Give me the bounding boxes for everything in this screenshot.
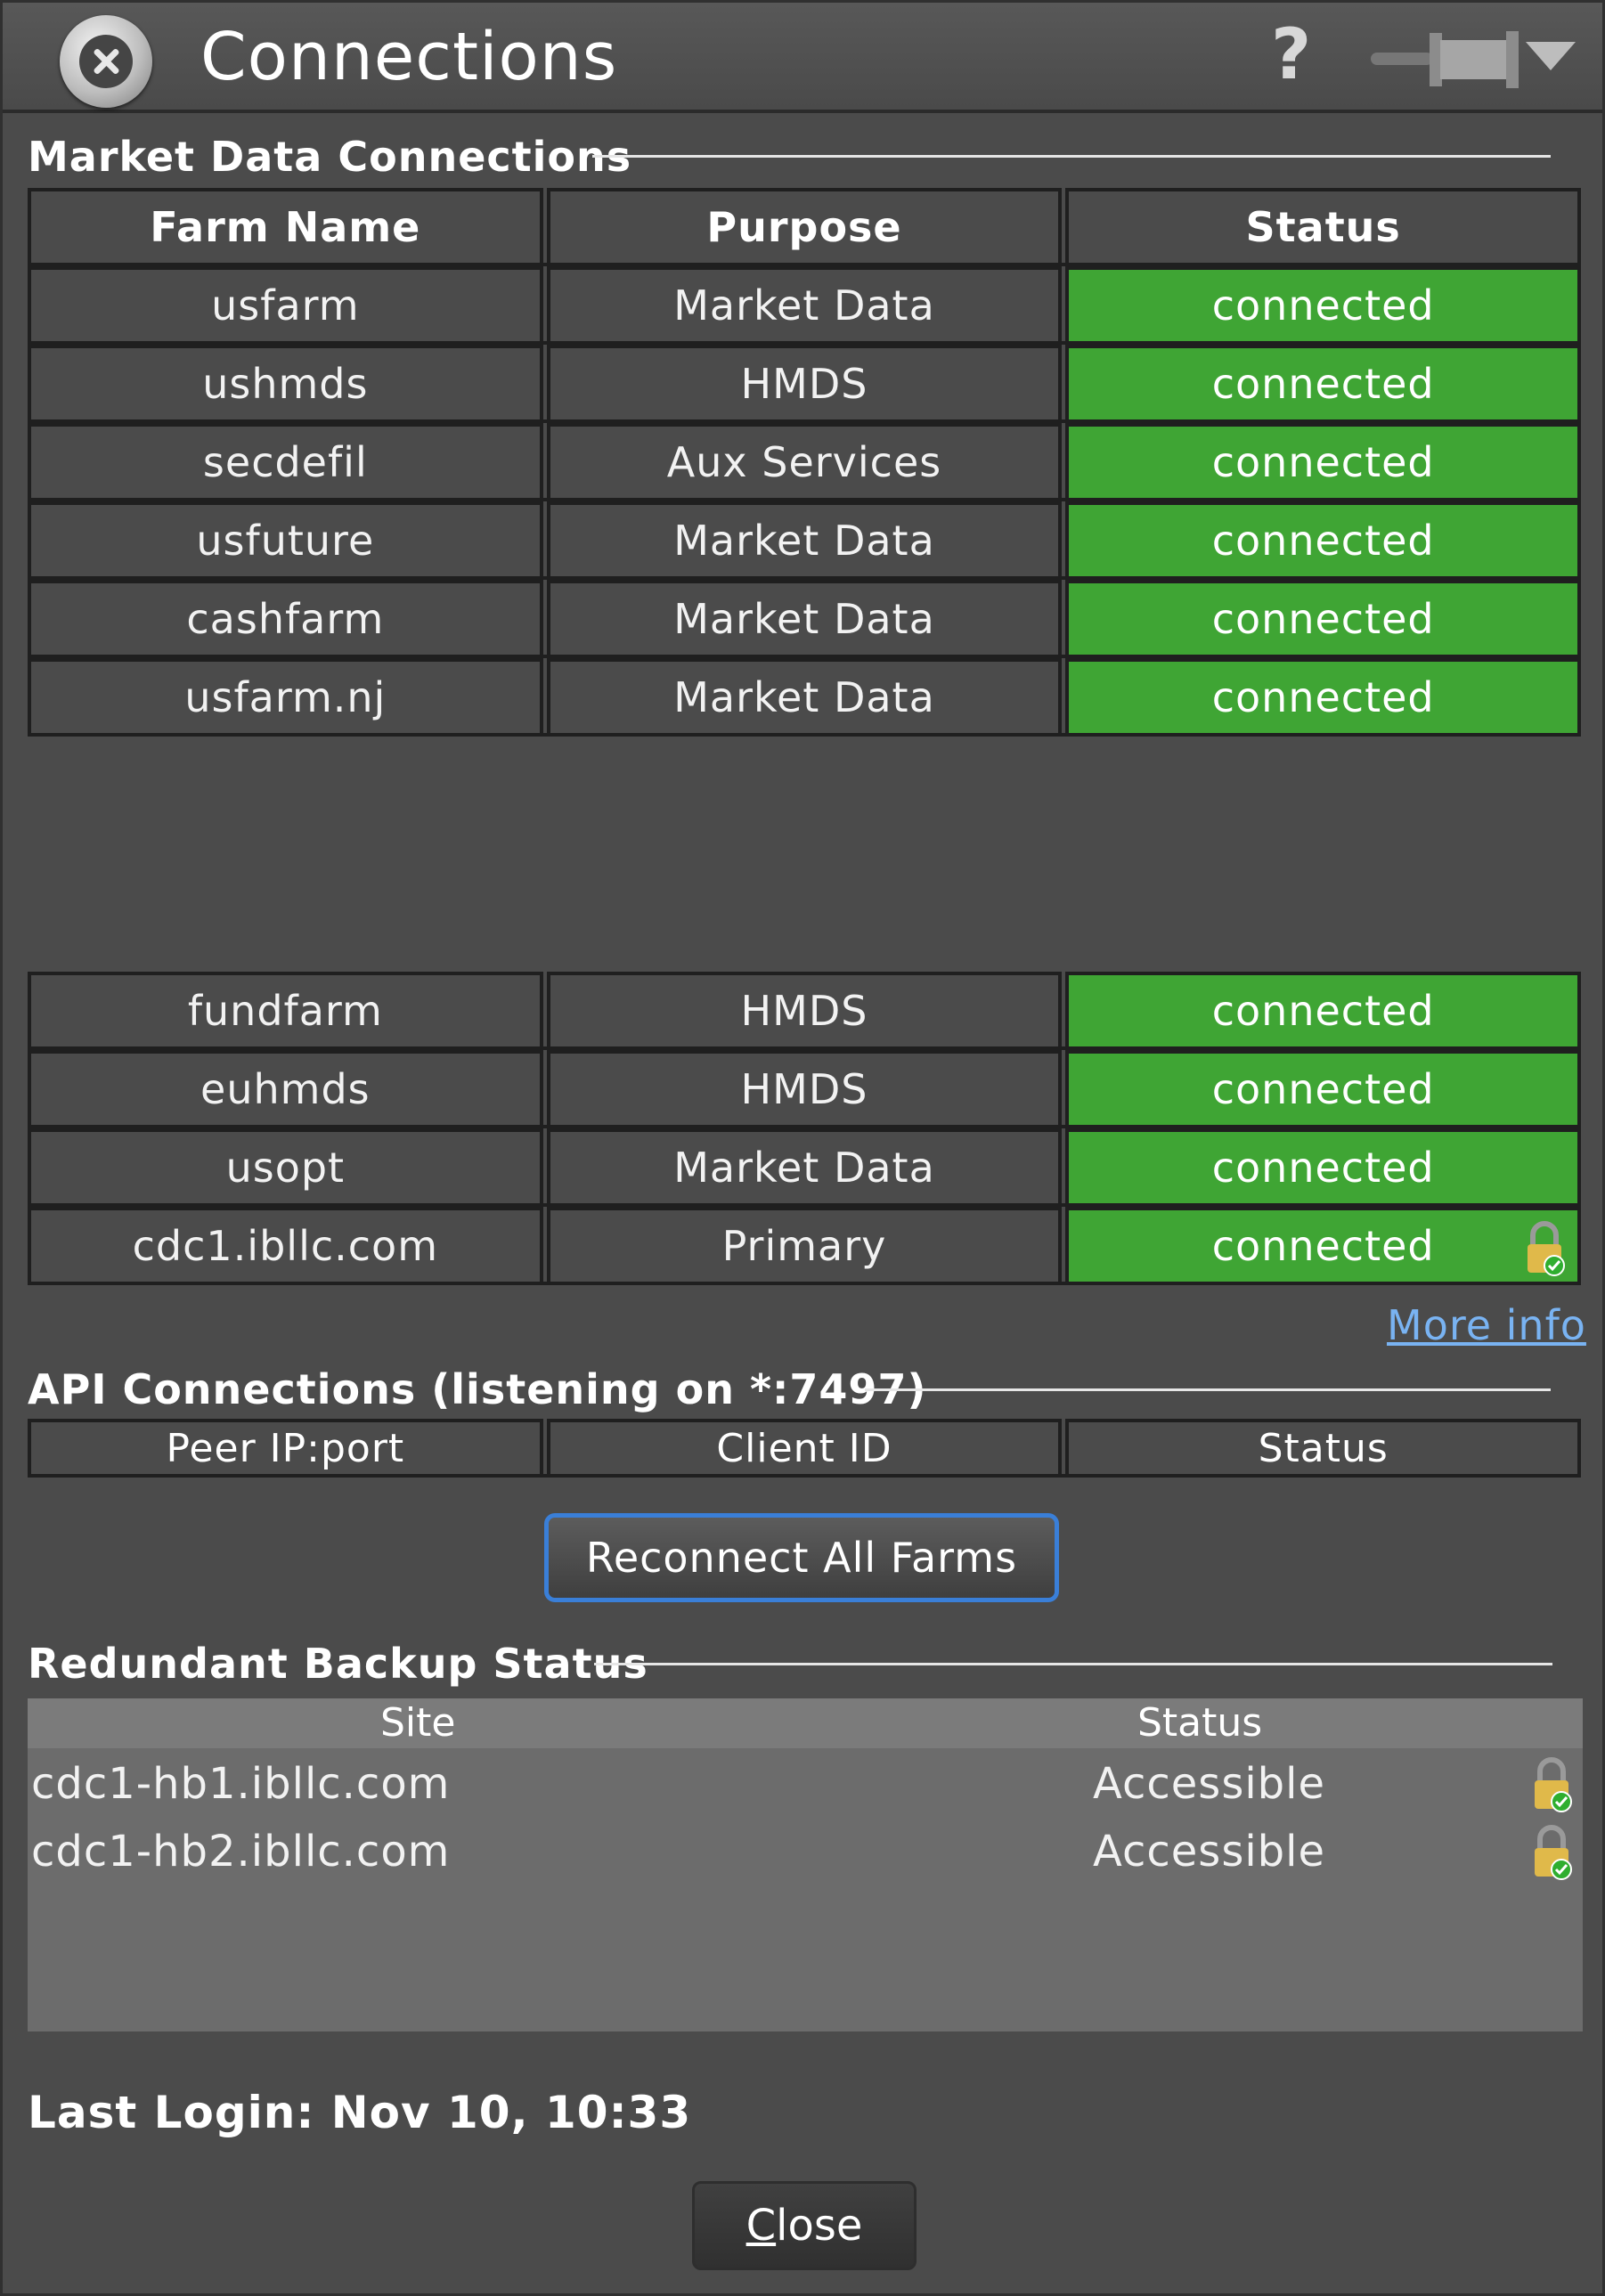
column-header-status[interactable]: Status [1065, 1419, 1582, 1474]
table-row[interactable]: usfarm Market Data connected [28, 266, 1582, 345]
table-row[interactable]: cdc1.ibllc.com Primary connected [28, 1207, 1582, 1285]
table-row[interactable]: secdefil Aux Services connected [28, 423, 1582, 501]
table-row[interactable]: usopt Market Data connected [28, 1128, 1582, 1207]
purpose-cell: HMDS [546, 1050, 1063, 1125]
api-connections-table: Peer IP:port Client ID Status [28, 1419, 1582, 1478]
status-cell: connected [1065, 345, 1582, 419]
site-cell: cdc1-hb2.ibllc.com [31, 1827, 451, 1877]
farm-name-cell: fundfarm [28, 972, 543, 1046]
api-connections-heading: API Connections (listening on *:7497) [28, 1365, 927, 1413]
redundant-backup-table: Site Status cdc1-hb1.ibllc.com Accessibl… [28, 1698, 1583, 2031]
more-info-link[interactable]: More info [1387, 1301, 1586, 1349]
farm-name-cell: euhmds [28, 1050, 543, 1125]
lock-check-icon [1535, 1757, 1572, 1812]
market-data-table-lower: fundfarm HMDS connected euhmds HMDS conn… [28, 972, 1582, 1285]
reconnect-all-farms-button[interactable]: Reconnect All Farms [544, 1513, 1059, 1602]
market-data-table: Farm Name Purpose Status usfarm Market D… [28, 188, 1582, 737]
status-cell: connected [1065, 1050, 1582, 1125]
column-header-status[interactable]: Status [1137, 1700, 1262, 1746]
table-row[interactable]: ushmds HMDS connected [28, 345, 1582, 423]
purpose-cell: HMDS [546, 972, 1063, 1046]
farm-name-cell: usfarm [28, 266, 543, 341]
status-cell: Accessible [1093, 1827, 1325, 1877]
section-divider [592, 155, 1551, 158]
farm-name-cell: cashfarm [28, 580, 543, 655]
column-header-client-id[interactable]: Client ID [546, 1419, 1063, 1474]
purpose-cell: Aux Services [546, 423, 1063, 498]
status-cell: connected [1065, 266, 1582, 341]
lock-check-icon [1535, 1825, 1572, 1880]
purpose-cell: Market Data [546, 658, 1063, 733]
table-row[interactable]: fundfarm HMDS connected [28, 972, 1582, 1050]
close-window-icon[interactable] [60, 15, 152, 108]
table-header-row: Peer IP:port Client ID Status [28, 1419, 1582, 1478]
farm-name-cell: ushmds [28, 345, 543, 419]
farm-name-cell: usfarm.nj [28, 658, 543, 733]
section-divider [594, 1663, 1552, 1665]
column-header-peer-ip-port[interactable]: Peer IP:port [28, 1419, 543, 1474]
table-row[interactable]: cashfarm Market Data connected [28, 580, 1582, 658]
window-title: Connections [200, 19, 618, 95]
status-cell: connected [1065, 423, 1582, 498]
status-cell: connected [1065, 501, 1582, 576]
purpose-cell: Market Data [546, 1128, 1063, 1203]
purpose-cell: Primary [546, 1207, 1063, 1282]
section-divider [865, 1388, 1551, 1391]
status-cell: connected [1065, 658, 1582, 733]
table-row[interactable]: cdc1-hb2.ibllc.com Accessible [28, 1820, 1583, 1887]
purpose-cell: HMDS [546, 345, 1063, 419]
status-cell: Accessible [1093, 1759, 1325, 1809]
status-text: connected [1211, 1222, 1435, 1270]
chevron-down-icon[interactable] [1526, 42, 1576, 70]
table-row[interactable]: euhmds HMDS connected [28, 1050, 1582, 1128]
site-cell: cdc1-hb1.ibllc.com [31, 1759, 451, 1809]
table-row[interactable]: cdc1-hb1.ibllc.com Accessible [28, 1752, 1583, 1820]
table-row[interactable]: usfuture Market Data connected [28, 501, 1582, 580]
connections-window: Connections ? Market Data Connections Fa… [0, 0, 1605, 2296]
column-header-purpose[interactable]: Purpose [546, 188, 1063, 263]
market-data-heading: Market Data Connections [28, 133, 632, 181]
purpose-cell: Market Data [546, 580, 1063, 655]
last-login-text: Last Login: Nov 10, 10:33 [28, 2087, 692, 2138]
title-bar: Connections ? [3, 3, 1602, 113]
table-header-row: Farm Name Purpose Status [28, 188, 1582, 266]
column-header-site[interactable]: Site [380, 1700, 455, 1746]
table-header-row: Site Status [28, 1698, 1583, 1748]
column-header-status[interactable]: Status [1065, 188, 1582, 263]
status-cell: connected [1065, 972, 1582, 1046]
farm-name-cell: usopt [28, 1128, 543, 1203]
purpose-cell: Market Data [546, 266, 1063, 341]
farm-name-cell: usfuture [28, 501, 543, 576]
close-button-label: Close [745, 2201, 863, 2251]
help-icon[interactable]: ? [1271, 15, 1311, 95]
purpose-cell: Market Data [546, 501, 1063, 576]
close-button[interactable]: Close [692, 2181, 917, 2270]
status-cell: connected [1065, 1207, 1582, 1282]
redundant-backup-heading: Redundant Backup Status [28, 1640, 648, 1688]
farm-name-cell: cdc1.ibllc.com [28, 1207, 543, 1282]
status-cell: connected [1065, 580, 1582, 655]
farm-name-cell: secdefil [28, 423, 543, 498]
table-row[interactable]: usfarm.nj Market Data connected [28, 658, 1582, 737]
column-header-farm-name[interactable]: Farm Name [28, 188, 543, 263]
pin-icon[interactable] [1371, 24, 1522, 95]
lock-check-icon [1528, 1221, 1566, 1276]
status-cell: connected [1065, 1128, 1582, 1203]
